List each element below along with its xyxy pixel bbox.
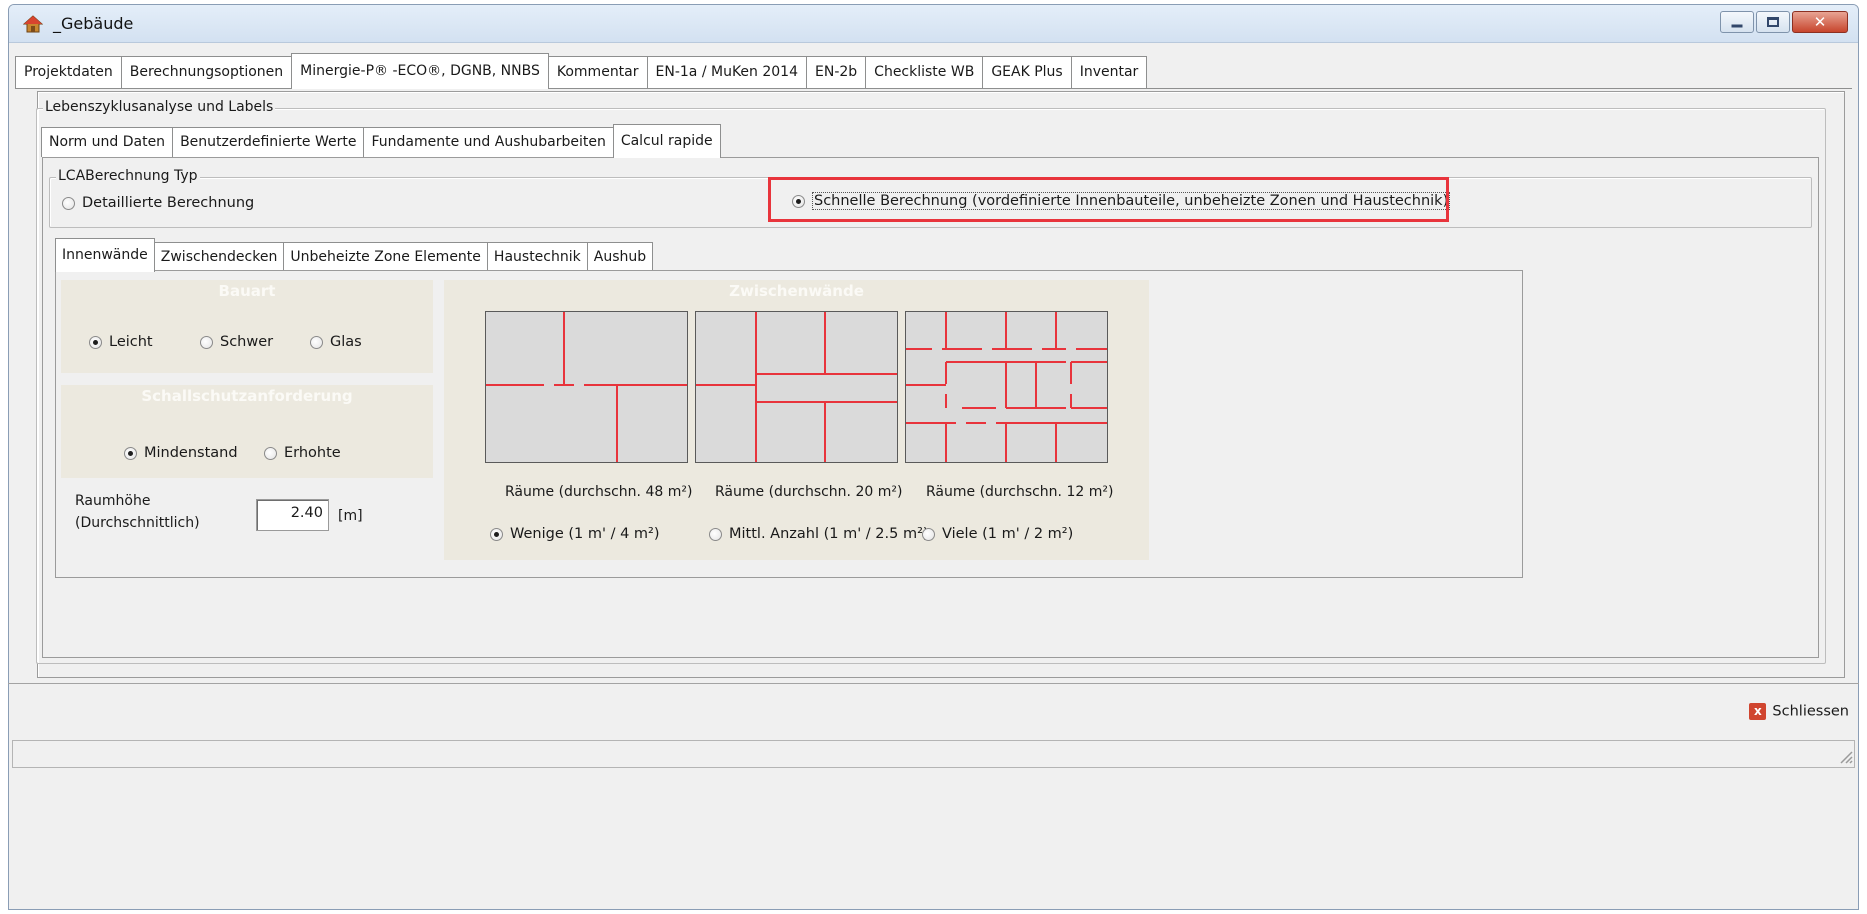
floorplan-medium-walls: [695, 311, 898, 463]
radio-mittl-button[interactable]: [709, 527, 722, 541]
radio-detailed-label: Detaillierte Berechnung: [82, 195, 255, 211]
tab-projektdaten[interactable]: Projektdaten: [15, 56, 122, 88]
tab-checkliste-wb[interactable]: Checkliste WB: [865, 56, 984, 88]
minimize-icon: [1731, 24, 1743, 28]
highlight-box: [768, 177, 1449, 222]
tab-calcul-rapide[interactable]: Calcul rapide: [612, 124, 721, 158]
radio-leicht-label: Leicht: [109, 334, 153, 350]
tab-geak-plus[interactable]: GEAK Plus: [982, 56, 1072, 88]
minimize-button[interactable]: [1720, 11, 1754, 33]
radio-mittl-label: Mittl. Anzahl (1 m' / 2.5 m²): [729, 526, 929, 542]
caption-12: Räume (durchschn. 12 m²): [926, 484, 1114, 500]
tab-kommentar[interactable]: Kommentar: [547, 56, 648, 88]
radio-detailed-button[interactable]: [62, 196, 75, 210]
tab-haustechnik[interactable]: Haustechnik: [486, 242, 588, 272]
floorplan-many-walls: [905, 311, 1108, 463]
radio-viele-button[interactable]: [922, 527, 935, 541]
bauart-section: Bauart: [61, 280, 433, 373]
radio-leicht-button[interactable]: [89, 335, 102, 349]
radio-mindenstand[interactable]: Mindenstand: [124, 445, 238, 461]
caption-48: Räume (durchschn. 48 m²): [505, 484, 693, 500]
raumhoehe-input[interactable]: 2.40: [256, 499, 329, 531]
footer-separator: [8, 683, 1859, 684]
tab-norm-und-daten[interactable]: Norm und Daten: [41, 127, 174, 157]
window-title: _Gebäude: [53, 14, 134, 33]
floorplan-few-walls: [485, 311, 688, 463]
raumhoehe-sublabel: (Durchschnittlich): [75, 515, 200, 531]
radio-schwer[interactable]: Schwer: [200, 334, 273, 350]
radio-erhohte-button[interactable]: [264, 446, 277, 460]
tab-unbeheizte-zone[interactable]: Unbeheizte Zone Elemente: [283, 242, 488, 272]
maximize-icon: [1767, 17, 1779, 27]
close-window-button[interactable]: ✕: [1792, 11, 1848, 33]
radio-leicht[interactable]: Leicht: [89, 334, 153, 350]
tab-en-1a[interactable]: EN-1a / MuKen 2014: [646, 56, 807, 88]
schallschutz-section: Schallschutzanforderung: [61, 385, 433, 478]
tab-fundamente[interactable]: Fundamente und Aushubarbeiten: [363, 127, 614, 157]
inner-tab-bar: Innenwände Zwischendecken Unbeheizte Zon…: [55, 238, 654, 272]
close-icon: ✕: [1813, 13, 1827, 31]
raumhoehe-unit: [m]: [338, 508, 363, 524]
radio-viele-label: Viele (1 m' / 2 m²): [942, 526, 1074, 542]
radio-erhohte-label: Erhohte: [284, 445, 341, 461]
tab-en-2b[interactable]: EN-2b: [806, 56, 867, 88]
group-lca-title: LCABerechnung Typ: [56, 168, 200, 184]
title-bar[interactable]: _Gebäude ✕: [9, 5, 1858, 43]
radio-mittl[interactable]: Mittl. Anzahl (1 m' / 2.5 m²): [709, 526, 929, 542]
schallschutz-header: Schallschutzanforderung: [141, 387, 353, 405]
floorplan-many-svg: [906, 312, 1107, 462]
group-lebenszyklus-title: Lebenszyklusanalyse und Labels: [43, 99, 276, 115]
close-x-icon: x: [1749, 703, 1767, 720]
tab-inventar[interactable]: Inventar: [1070, 56, 1148, 88]
house-icon: [23, 15, 43, 33]
bauart-header: Bauart: [218, 282, 276, 300]
radio-wenige-button[interactable]: [490, 527, 503, 541]
top-tab-bar: Projektdaten Berechnungsoptionen Minergi…: [15, 53, 1148, 89]
radio-glas[interactable]: Glas: [310, 334, 362, 350]
tab-innenwaende[interactable]: Innenwände: [55, 238, 155, 272]
maximize-button[interactable]: [1756, 11, 1790, 33]
status-bar: [12, 740, 1855, 768]
tab-minergie[interactable]: Minergie-P® -ECO®, DGNB, NNBS: [291, 53, 549, 89]
schliessen-button[interactable]: x Schliessen: [1749, 703, 1849, 720]
raumhoehe-label: Raumhöhe: [75, 493, 151, 509]
tab-benutzerdefinierte-werte[interactable]: Benutzerdefinierte Werte: [172, 127, 365, 157]
radio-glas-button[interactable]: [310, 335, 323, 349]
radio-viele[interactable]: Viele (1 m' / 2 m²): [922, 526, 1073, 542]
caption-buttons: ✕: [1720, 11, 1848, 33]
zwischenwaende-header: Zwischenwände: [729, 282, 864, 300]
tab-aushub[interactable]: Aushub: [586, 242, 654, 272]
radio-mindenstand-label: Mindenstand: [144, 445, 238, 461]
caption-20: Räume (durchschn. 20 m²): [715, 484, 903, 500]
schliessen-label: Schliessen: [1772, 703, 1849, 720]
resize-grip-icon[interactable]: [1839, 750, 1853, 764]
sub-tab-bar: Norm und Daten Benutzerdefinierte Werte …: [41, 124, 721, 158]
tab-zwischendecken[interactable]: Zwischendecken: [153, 242, 285, 272]
floorplan-medium-svg: [696, 312, 897, 462]
radio-mindenstand-button[interactable]: [124, 446, 137, 460]
radio-wenige[interactable]: Wenige (1 m' / 4 m²): [490, 526, 660, 542]
tab-berechnungsoptionen[interactable]: Berechnungsoptionen: [120, 56, 293, 88]
radio-detailed[interactable]: Detaillierte Berechnung: [62, 195, 254, 211]
radio-erhohte[interactable]: Erhohte: [264, 445, 341, 461]
radio-wenige-label: Wenige (1 m' / 4 m²): [510, 526, 660, 542]
floorplan-few-svg: [486, 312, 687, 462]
radio-schwer-label: Schwer: [220, 334, 274, 350]
radio-glas-label: Glas: [330, 334, 362, 350]
radio-schwer-button[interactable]: [200, 335, 213, 349]
